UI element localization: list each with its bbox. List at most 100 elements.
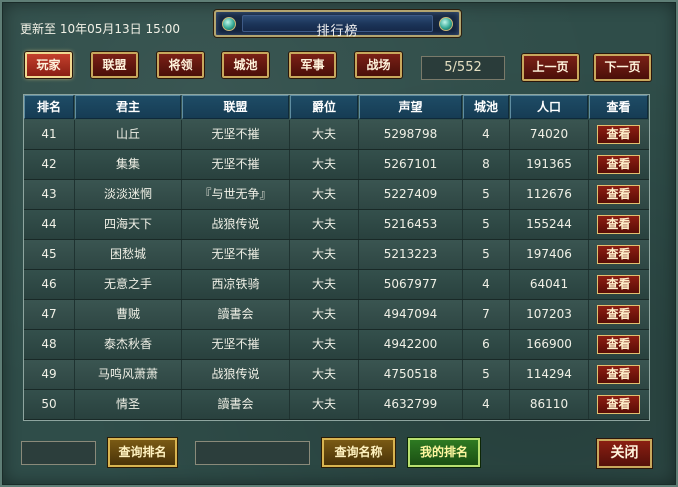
- view-cell: 查看: [589, 390, 648, 419]
- lord-cell: 集集: [75, 150, 182, 179]
- alliance-cell: 无坚不摧: [182, 150, 290, 179]
- view-button[interactable]: 查看: [597, 215, 640, 234]
- tab-alliances[interactable]: 联盟: [91, 52, 138, 78]
- rank-cell: 48: [24, 330, 75, 359]
- alliance-cell: 战狼传说: [182, 360, 290, 389]
- prestige-cell: 4942200: [359, 330, 463, 359]
- title-banner: 排行榜: [214, 10, 461, 39]
- query-rank-button[interactable]: 查询排名: [108, 438, 177, 467]
- title-cell: 大夫: [290, 300, 359, 329]
- tab-cities[interactable]: 城池: [222, 52, 269, 78]
- cities-cell: 4: [463, 120, 510, 149]
- next-page-button[interactable]: 下一页: [594, 54, 651, 81]
- table-row: 50 情圣 讀書会 大夫 4632799 4 86110 查看: [24, 390, 649, 420]
- prestige-cell: 5298798: [359, 120, 463, 149]
- rank-cell: 45: [24, 240, 75, 269]
- my-rank-button[interactable]: 我的排名: [408, 438, 480, 467]
- column-header-view: 查看: [589, 95, 648, 119]
- alliance-cell: 西凉铁骑: [182, 270, 290, 299]
- cities-cell: 5: [463, 180, 510, 209]
- title-plate: 排行榜: [242, 15, 433, 39]
- title-cell: 大夫: [290, 270, 359, 299]
- tab-military[interactable]: 军事: [289, 52, 336, 78]
- page-indicator: 5/552: [421, 56, 505, 80]
- title-cell: 大夫: [290, 240, 359, 269]
- title-cell: 大夫: [290, 210, 359, 239]
- prestige-cell: 5067977: [359, 270, 463, 299]
- title-cell: 大夫: [290, 360, 359, 389]
- tab-generals[interactable]: 将领: [157, 52, 204, 78]
- view-button[interactable]: 查看: [597, 275, 640, 294]
- rank-search-input[interactable]: [21, 441, 96, 465]
- lord-cell: 淡淡迷惘: [75, 180, 182, 209]
- rank-cell: 47: [24, 300, 75, 329]
- population-cell: 197406: [510, 240, 589, 269]
- view-cell: 查看: [589, 240, 648, 269]
- rank-cell: 41: [24, 120, 75, 149]
- population-cell: 155244: [510, 210, 589, 239]
- view-button[interactable]: 查看: [597, 395, 640, 414]
- view-button[interactable]: 查看: [597, 305, 640, 324]
- prestige-cell: 5267101: [359, 150, 463, 179]
- table-row: 43 淡淡迷惘 『与世无争』 大夫 5227409 5 112676 查看: [24, 180, 649, 210]
- rank-cell: 46: [24, 270, 75, 299]
- name-search-input[interactable]: [195, 441, 310, 465]
- title-cell: 大夫: [290, 180, 359, 209]
- view-button[interactable]: 查看: [597, 365, 640, 384]
- alliance-cell: 讀書会: [182, 390, 290, 419]
- alliance-cell: 战狼传说: [182, 210, 290, 239]
- column-header-prestige: 声望: [359, 95, 462, 119]
- tab-battlefield[interactable]: 战场: [355, 52, 402, 78]
- view-button[interactable]: 查看: [597, 335, 640, 354]
- column-header-cities: 城池: [463, 95, 509, 119]
- gem-icon: [439, 17, 453, 31]
- view-button[interactable]: 查看: [597, 125, 640, 144]
- population-cell: 107203: [510, 300, 589, 329]
- view-button[interactable]: 查看: [597, 185, 640, 204]
- table-row: 44 四海天下 战狼传说 大夫 5216453 5 155244 查看: [24, 210, 649, 240]
- view-cell: 查看: [589, 180, 648, 209]
- cities-cell: 6: [463, 330, 510, 359]
- alliance-cell: 无坚不摧: [182, 120, 290, 149]
- alliance-cell: 无坚不摧: [182, 330, 290, 359]
- alliance-cell: 『与世无争』: [182, 180, 290, 209]
- cities-cell: 4: [463, 390, 510, 419]
- prev-page-button[interactable]: 上一页: [522, 54, 579, 81]
- close-button[interactable]: 关闭: [597, 439, 652, 468]
- ranking-panel: 更新至 10年05月13日 15:00 排行榜 玩家 联盟 将领 城池 军事 战…: [0, 0, 678, 487]
- population-cell: 114294: [510, 360, 589, 389]
- view-cell: 查看: [589, 360, 648, 389]
- prestige-cell: 4750518: [359, 360, 463, 389]
- prestige-cell: 5227409: [359, 180, 463, 209]
- rank-cell: 43: [24, 180, 75, 209]
- column-header-lord: 君主: [75, 95, 181, 119]
- query-name-button[interactable]: 查询名称: [322, 438, 395, 467]
- prestige-cell: 5213223: [359, 240, 463, 269]
- population-cell: 64041: [510, 270, 589, 299]
- population-cell: 112676: [510, 180, 589, 209]
- tab-players[interactable]: 玩家: [25, 52, 72, 78]
- view-cell: 查看: [589, 120, 648, 149]
- column-header-alliance: 联盟: [182, 95, 289, 119]
- table-row: 49 马鸣风萧萧 战狼传说 大夫 4750518 5 114294 查看: [24, 360, 649, 390]
- lord-cell: 山丘: [75, 120, 182, 149]
- rank-cell: 50: [24, 390, 75, 419]
- view-button[interactable]: 查看: [597, 155, 640, 174]
- title-cell: 大夫: [290, 120, 359, 149]
- rank-cell: 44: [24, 210, 75, 239]
- view-cell: 查看: [589, 330, 648, 359]
- table-row: 42 集集 无坚不摧 大夫 5267101 8 191365 查看: [24, 150, 649, 180]
- table-body: 41 山丘 无坚不摧 大夫 5298798 4 74020 查看 42 集集 无坚不摧 大夫 52671…: [24, 120, 649, 420]
- table-header: 排名 君主 联盟 爵位 声望 城池 人口 查看: [24, 95, 649, 119]
- lord-cell: 情圣: [75, 390, 182, 419]
- lord-cell: 泰杰秋香: [75, 330, 182, 359]
- table-row: 47 曹贼 讀書会 大夫 4947094 7 107203 查看: [24, 300, 649, 330]
- alliance-cell: 讀書会: [182, 300, 290, 329]
- ranking-table: 排名 君主 联盟 爵位 声望 城池 人口 查看 41 山丘 无坚不摧 大夫 529879…: [23, 94, 650, 421]
- update-time-text: 更新至 10年05月13日 15:00: [20, 22, 181, 36]
- prestige-cell: 5216453: [359, 210, 463, 239]
- view-button[interactable]: 查看: [597, 245, 640, 264]
- cities-cell: 5: [463, 240, 510, 269]
- lord-cell: 曹贼: [75, 300, 182, 329]
- view-cell: 查看: [589, 150, 648, 179]
